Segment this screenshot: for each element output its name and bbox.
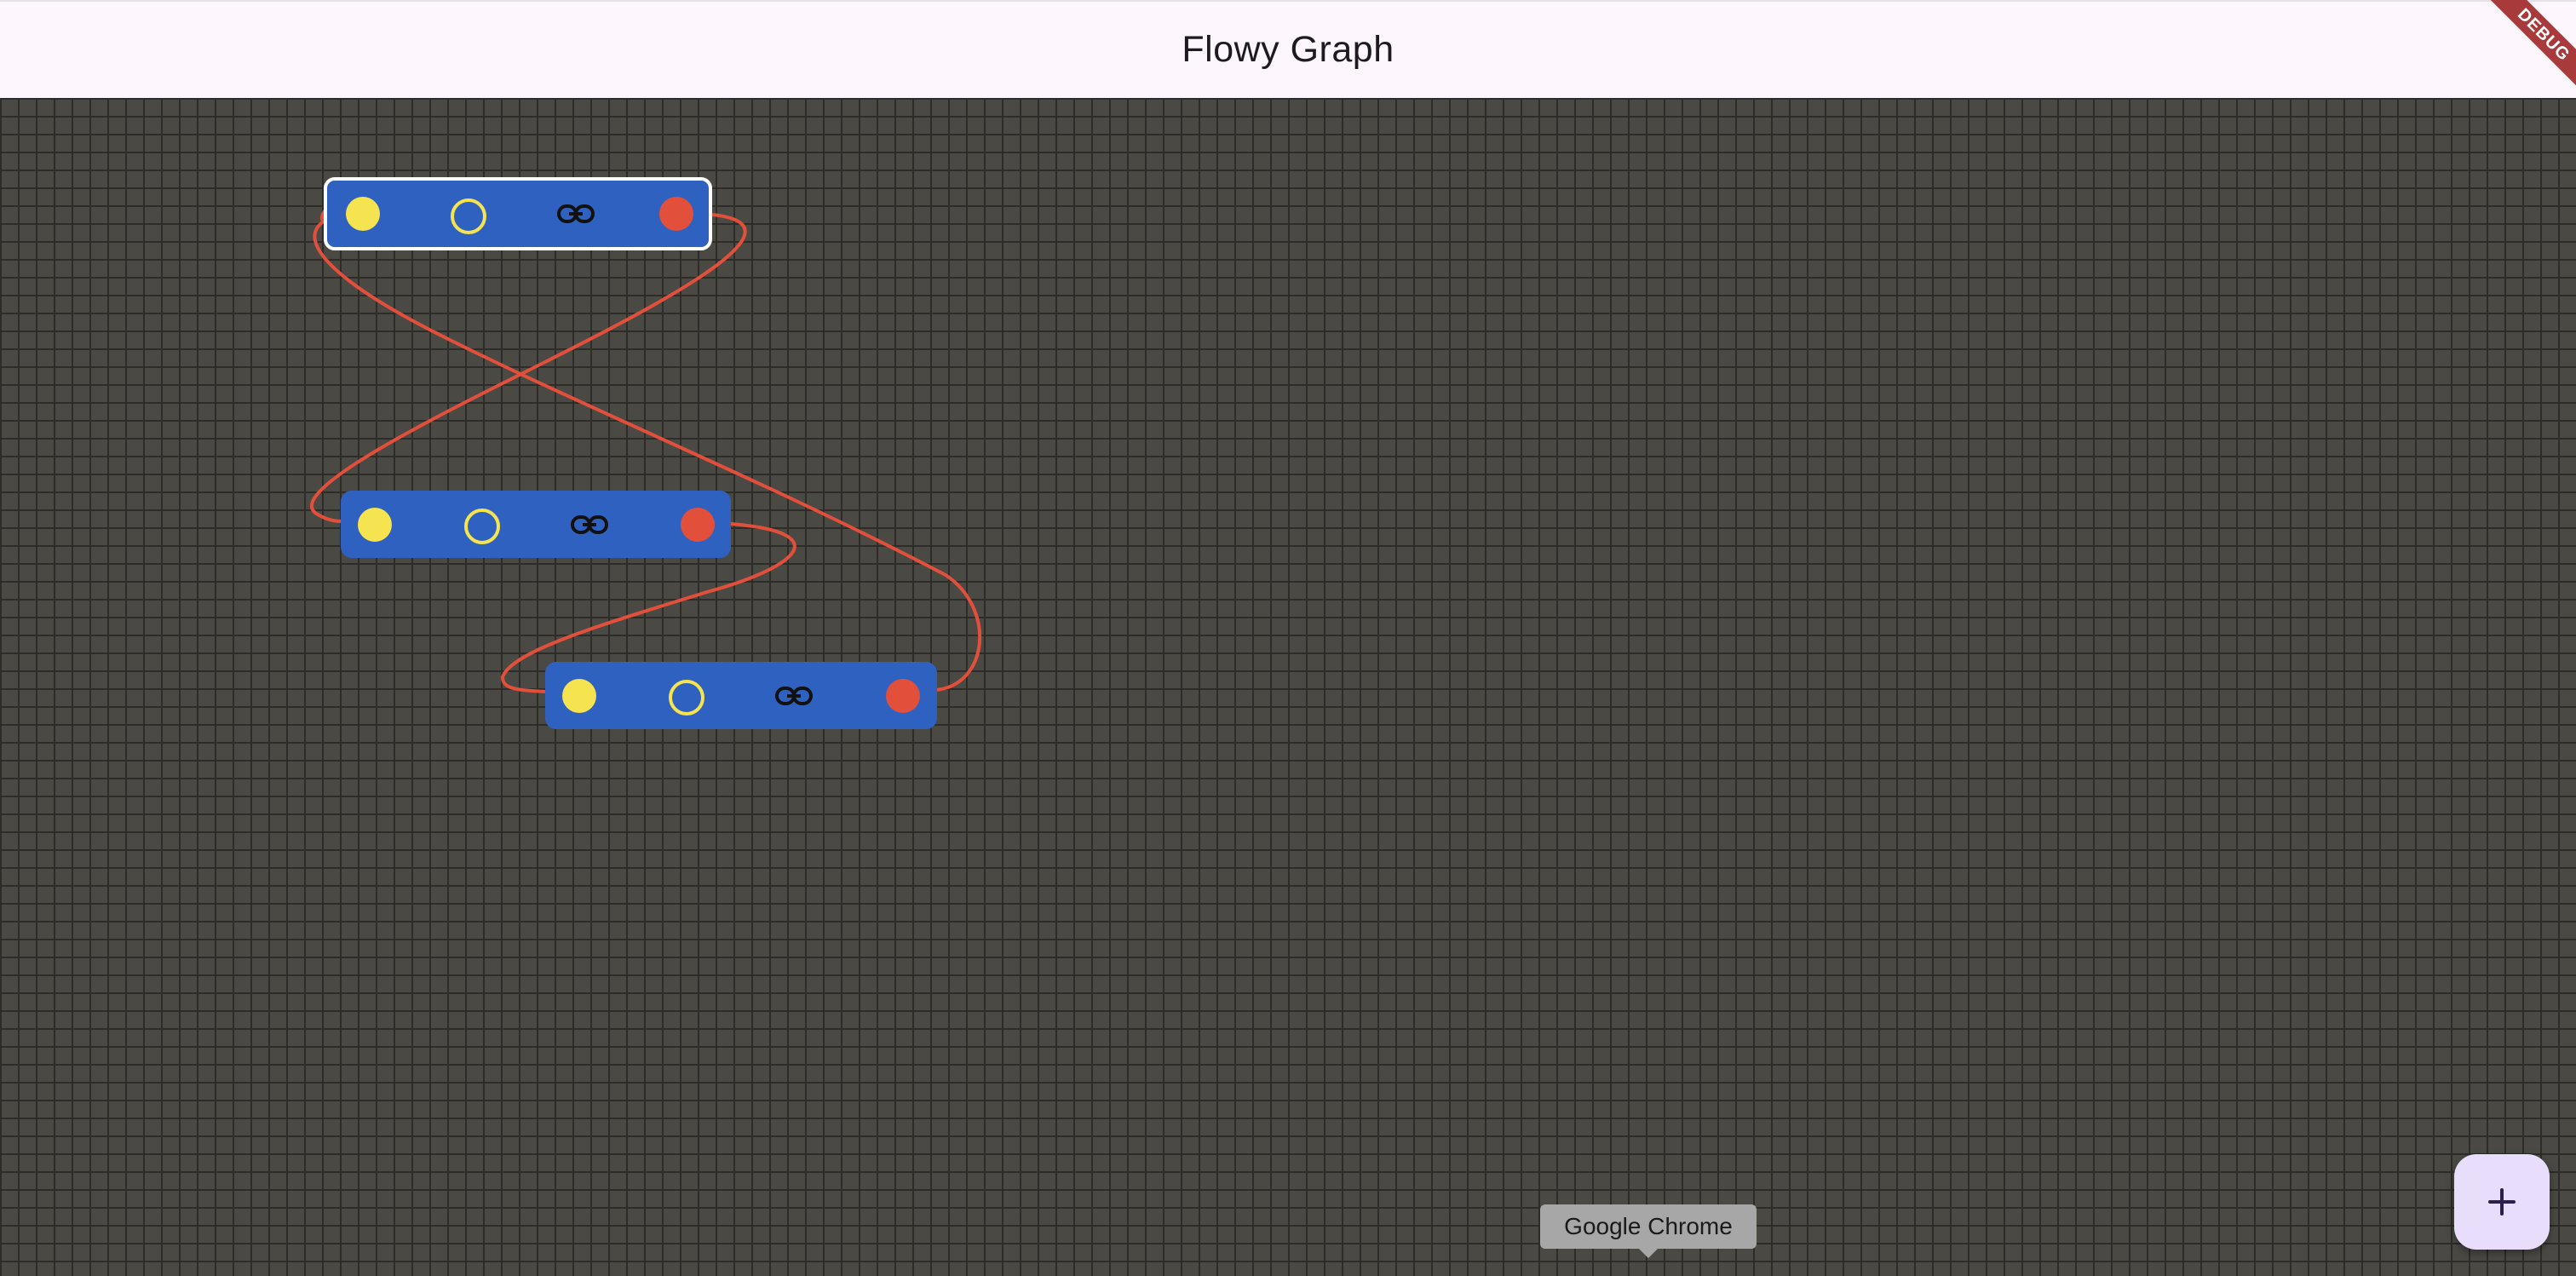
tooltip: Google Chrome (1540, 1204, 1757, 1249)
plus-icon (2488, 1188, 2516, 1216)
input-port-outline[interactable] (464, 509, 500, 544)
output-port[interactable] (659, 197, 693, 231)
input-port-outline[interactable] (669, 680, 704, 716)
graph-node-1[interactable] (324, 177, 712, 250)
app-bar: Flowy Graph (0, 0, 2576, 98)
graph-canvas[interactable] (0, 98, 2576, 1276)
page-title: Flowy Graph (1182, 29, 1394, 70)
edge-node1-to-node3 (313, 220, 982, 692)
tooltip-arrow (1639, 1249, 1658, 1258)
link-icon[interactable] (557, 203, 595, 225)
graph-edges (310, 207, 982, 693)
input-port-filled[interactable] (358, 508, 392, 542)
input-port-filled[interactable] (346, 197, 380, 231)
add-node-button[interactable] (2454, 1154, 2550, 1250)
graph-node-2[interactable] (341, 491, 731, 558)
input-port-filled[interactable] (562, 679, 596, 713)
link-icon[interactable] (571, 514, 608, 536)
link-icon[interactable] (775, 685, 813, 707)
graph-node-3[interactable] (545, 662, 937, 729)
output-port[interactable] (681, 508, 715, 542)
input-port-outline[interactable] (451, 198, 486, 234)
output-port[interactable] (886, 679, 920, 713)
edge-node1-to-node2 (310, 213, 747, 523)
